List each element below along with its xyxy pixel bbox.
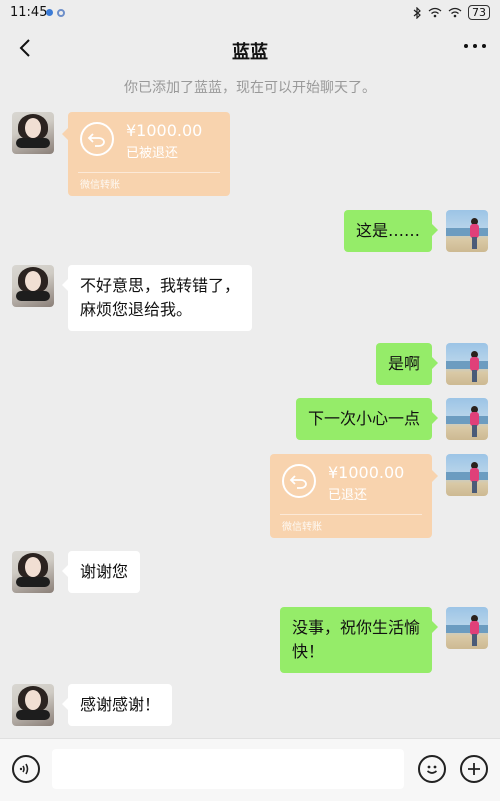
signal-icon: [428, 7, 442, 18]
notification-ring-icon: [57, 9, 65, 17]
my-avatar[interactable]: [446, 343, 488, 385]
message-text: 谢谢您: [80, 562, 129, 581]
message-text: 是啊: [387, 354, 420, 373]
message-text: 感谢感谢！: [80, 695, 161, 714]
transfer-card[interactable]: ¥1000.00 已退还 微信转账: [270, 454, 438, 538]
voice-input-icon[interactable]: [12, 755, 40, 783]
message-text: 下一次小心一点: [307, 409, 420, 428]
contact-avatar[interactable]: [12, 112, 54, 154]
status-bar: 11:45 73: [0, 0, 500, 26]
message-text-line: 麻烦您退给我。: [80, 300, 193, 319]
transfer-amount: ¥1000.00: [328, 463, 405, 482]
message-bubble-received[interactable]: 感谢感谢！: [61, 684, 173, 726]
contact-avatar[interactable]: [12, 684, 54, 726]
return-arrow-icon: [282, 464, 316, 498]
add-attachment-icon[interactable]: [460, 755, 488, 783]
chat-title: 蓝蓝: [232, 42, 268, 63]
more-options-icon[interactable]: [464, 44, 486, 48]
bluetooth-icon: [413, 6, 421, 19]
emoji-icon[interactable]: [418, 755, 446, 783]
return-arrow-icon: [80, 122, 114, 156]
my-avatar[interactable]: [446, 398, 488, 440]
message-bubble-sent[interactable]: 是啊: [375, 343, 439, 385]
status-time: 11:45: [10, 5, 48, 20]
transfer-status: 已被退还: [126, 146, 179, 161]
message-text-line: 不好意思，我转错了，: [80, 276, 241, 295]
message-bubble-received[interactable]: 不好意思，我转错了， 麻烦您退给我。: [61, 265, 253, 331]
message-input[interactable]: [52, 749, 404, 789]
status-indicators: 73: [413, 5, 490, 20]
transfer-card[interactable]: ¥1000.00 已被退还 微信转账: [62, 112, 230, 196]
input-bar: [0, 738, 500, 801]
transfer-footer: 微信转账: [80, 180, 120, 191]
my-avatar[interactable]: [446, 607, 488, 649]
my-avatar[interactable]: [446, 210, 488, 252]
notification-dot-icon: [46, 9, 53, 16]
chat-header: 蓝蓝: [0, 28, 500, 72]
message-text: 这是……: [355, 221, 420, 240]
message-bubble-received[interactable]: 谢谢您: [61, 551, 141, 593]
transfer-amount: ¥1000.00: [126, 121, 203, 140]
contact-avatar[interactable]: [12, 551, 54, 593]
message-text-line: 快！: [291, 642, 324, 661]
notification-icons: [46, 9, 65, 17]
message-bubble-sent[interactable]: 没事，祝你生活愉 快！: [279, 607, 439, 673]
system-message: 你已添加了蓝蓝，现在可以开始聊天了。: [124, 80, 376, 96]
transfer-footer: 微信转账: [282, 522, 322, 533]
message-text-line: 没事，祝你生活愉: [291, 618, 420, 637]
wifi-icon: [448, 7, 462, 18]
message-bubble-sent[interactable]: 下一次小心一点: [295, 398, 439, 440]
my-avatar[interactable]: [446, 454, 488, 496]
message-bubble-sent[interactable]: 这是……: [343, 210, 439, 252]
battery-indicator: 73: [468, 5, 490, 20]
transfer-status: 已退还: [328, 488, 368, 503]
contact-avatar[interactable]: [12, 265, 54, 307]
